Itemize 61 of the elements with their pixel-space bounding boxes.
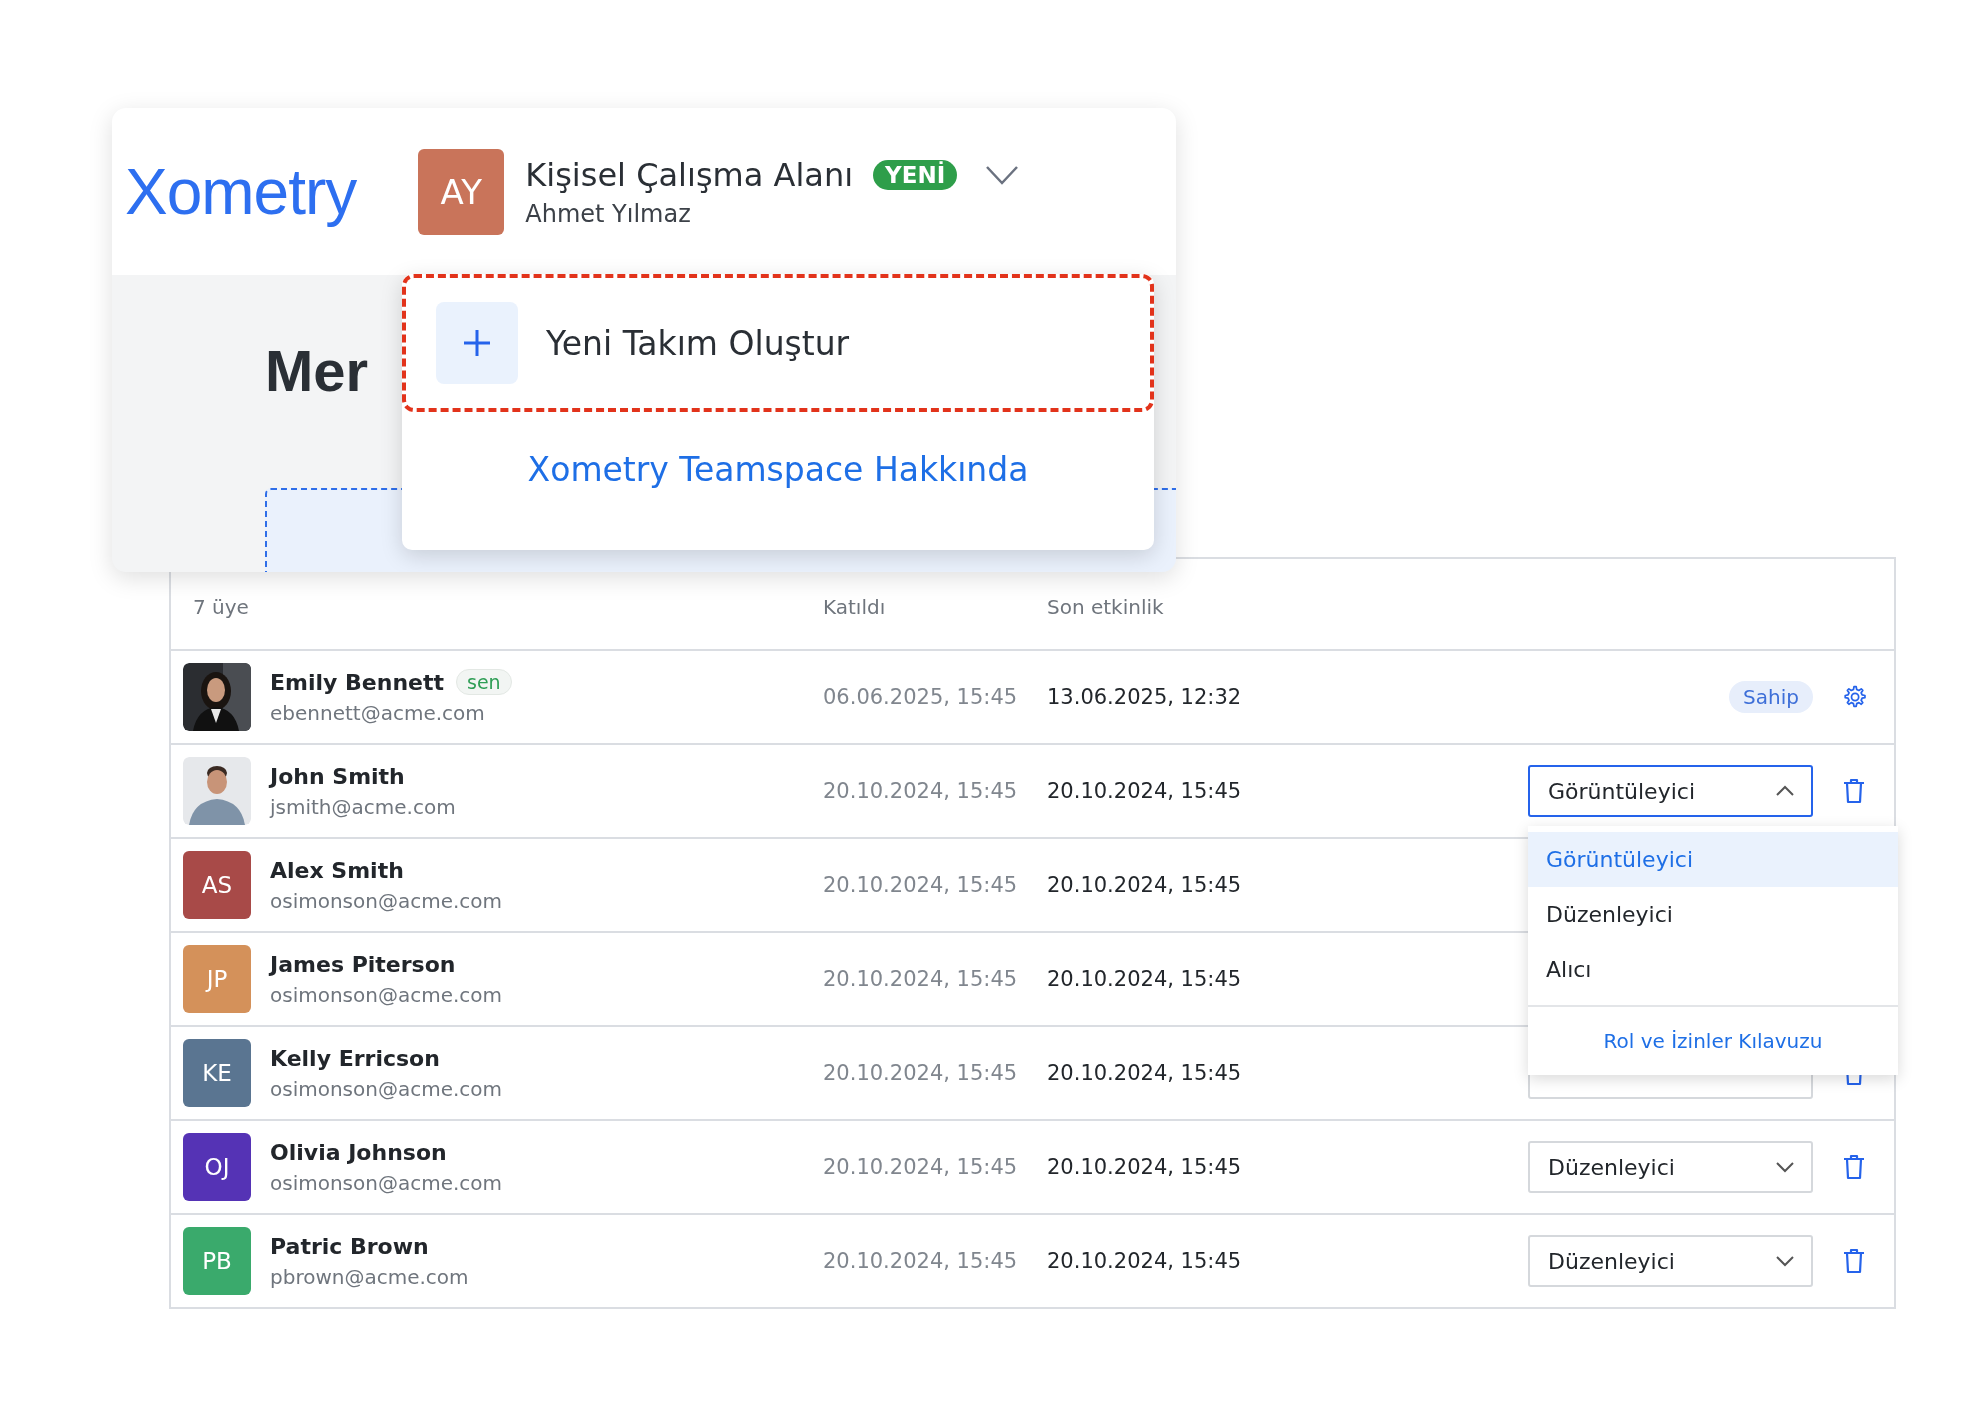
you-tag: sen bbox=[456, 669, 512, 695]
role-select[interactable]: Görüntüleyici bbox=[1528, 765, 1813, 817]
about-link[interactable]: Xometry Teamspace Hakkında bbox=[527, 450, 1029, 489]
role-option[interactable]: Düzenleyici bbox=[1528, 887, 1898, 942]
create-team-button[interactable]: Yeni Takım Oluştur bbox=[402, 274, 1154, 412]
member-count: 7 üye bbox=[192, 595, 250, 619]
member-name: Emily Bennett bbox=[270, 669, 444, 695]
page-heading: Mer bbox=[265, 337, 369, 404]
member-email: osimonson@acme.com bbox=[270, 982, 504, 1007]
joined-date: 20.10.2024, 15:45 bbox=[823, 1249, 1019, 1273]
joined-date: 20.10.2024, 15:45 bbox=[823, 967, 1019, 991]
joined-date: 20.10.2024, 15:45 bbox=[823, 1061, 1019, 1085]
role-select[interactable]: Düzenleyici bbox=[1528, 1235, 1813, 1287]
plus-icon bbox=[462, 328, 492, 358]
new-badge: YENİ bbox=[873, 159, 958, 190]
member-avatar: PB bbox=[183, 1227, 251, 1295]
member-email: osimonson@acme.com bbox=[270, 1170, 504, 1195]
member-name: James Piterson bbox=[270, 951, 456, 977]
member-email: ebennett@acme.com bbox=[270, 701, 486, 725]
member-name: Olivia Johnson bbox=[270, 1139, 447, 1165]
chevron-icon bbox=[1775, 1255, 1795, 1267]
member-avatar: KE bbox=[183, 1039, 251, 1107]
member-email: osimonson@acme.com bbox=[270, 1076, 504, 1101]
joined-date: 06.06.2025, 15:45 bbox=[823, 685, 1019, 709]
owner-badge: Sahip bbox=[1729, 681, 1813, 713]
roles-guide-link[interactable]: Rol ve İzinler Kılavuzu bbox=[1603, 1029, 1823, 1053]
column-header: Katıldı bbox=[823, 595, 887, 619]
chevron-icon bbox=[1775, 785, 1795, 797]
last-activity-date: 20.10.2024, 15:45 bbox=[1047, 873, 1243, 897]
member-avatar: AS bbox=[183, 851, 251, 919]
member-avatar: JP bbox=[183, 945, 251, 1013]
column-header: Son etkinlik bbox=[1047, 595, 1165, 619]
trash-icon[interactable] bbox=[1842, 1154, 1865, 1180]
last-activity-date: 20.10.2024, 15:45 bbox=[1047, 1155, 1243, 1179]
chevron-icon bbox=[1775, 1161, 1795, 1173]
member-email: jsmith@acme.com bbox=[270, 794, 457, 819]
last-activity-date: 20.10.2024, 15:45 bbox=[1047, 1249, 1243, 1273]
role-select[interactable]: Düzenleyici bbox=[1528, 1141, 1813, 1193]
role-option[interactable]: Görüntüleyici bbox=[1528, 832, 1898, 887]
trash-icon[interactable] bbox=[1842, 778, 1865, 804]
member-email: pbrown@acme.com bbox=[270, 1264, 470, 1289]
member-avatar: OJ bbox=[183, 1133, 251, 1201]
last-activity-date: 20.10.2024, 15:45 bbox=[1047, 779, 1243, 803]
member-name: John Smith bbox=[270, 763, 405, 789]
chevron-down-icon[interactable] bbox=[985, 164, 1020, 185]
trash-icon[interactable] bbox=[1842, 1248, 1865, 1274]
member-name: Kelly Erricson bbox=[270, 1045, 440, 1071]
workspace-avatar: AY bbox=[418, 148, 505, 235]
workspace-title: Kişisel Çalışma Alanı bbox=[525, 155, 854, 194]
last-activity-date: 13.06.2025, 12:32 bbox=[1047, 685, 1243, 709]
last-activity-date: 20.10.2024, 15:45 bbox=[1047, 967, 1243, 991]
joined-date: 20.10.2024, 15:45 bbox=[823, 873, 1019, 897]
brand-logo[interactable]: Xometry bbox=[125, 154, 357, 229]
joined-date: 20.10.2024, 15:45 bbox=[823, 779, 1019, 803]
role-option[interactable]: Alıcı bbox=[1528, 942, 1898, 997]
joined-date: 20.10.2024, 15:45 bbox=[823, 1155, 1019, 1179]
member-email: osimonson@acme.com bbox=[270, 888, 504, 913]
workspace-owner: Ahmet Yılmaz bbox=[525, 199, 692, 228]
member-name: Alex Smith bbox=[270, 857, 404, 883]
last-activity-date: 20.10.2024, 15:45 bbox=[1047, 1061, 1243, 1085]
member-name: Patric Brown bbox=[270, 1233, 429, 1259]
